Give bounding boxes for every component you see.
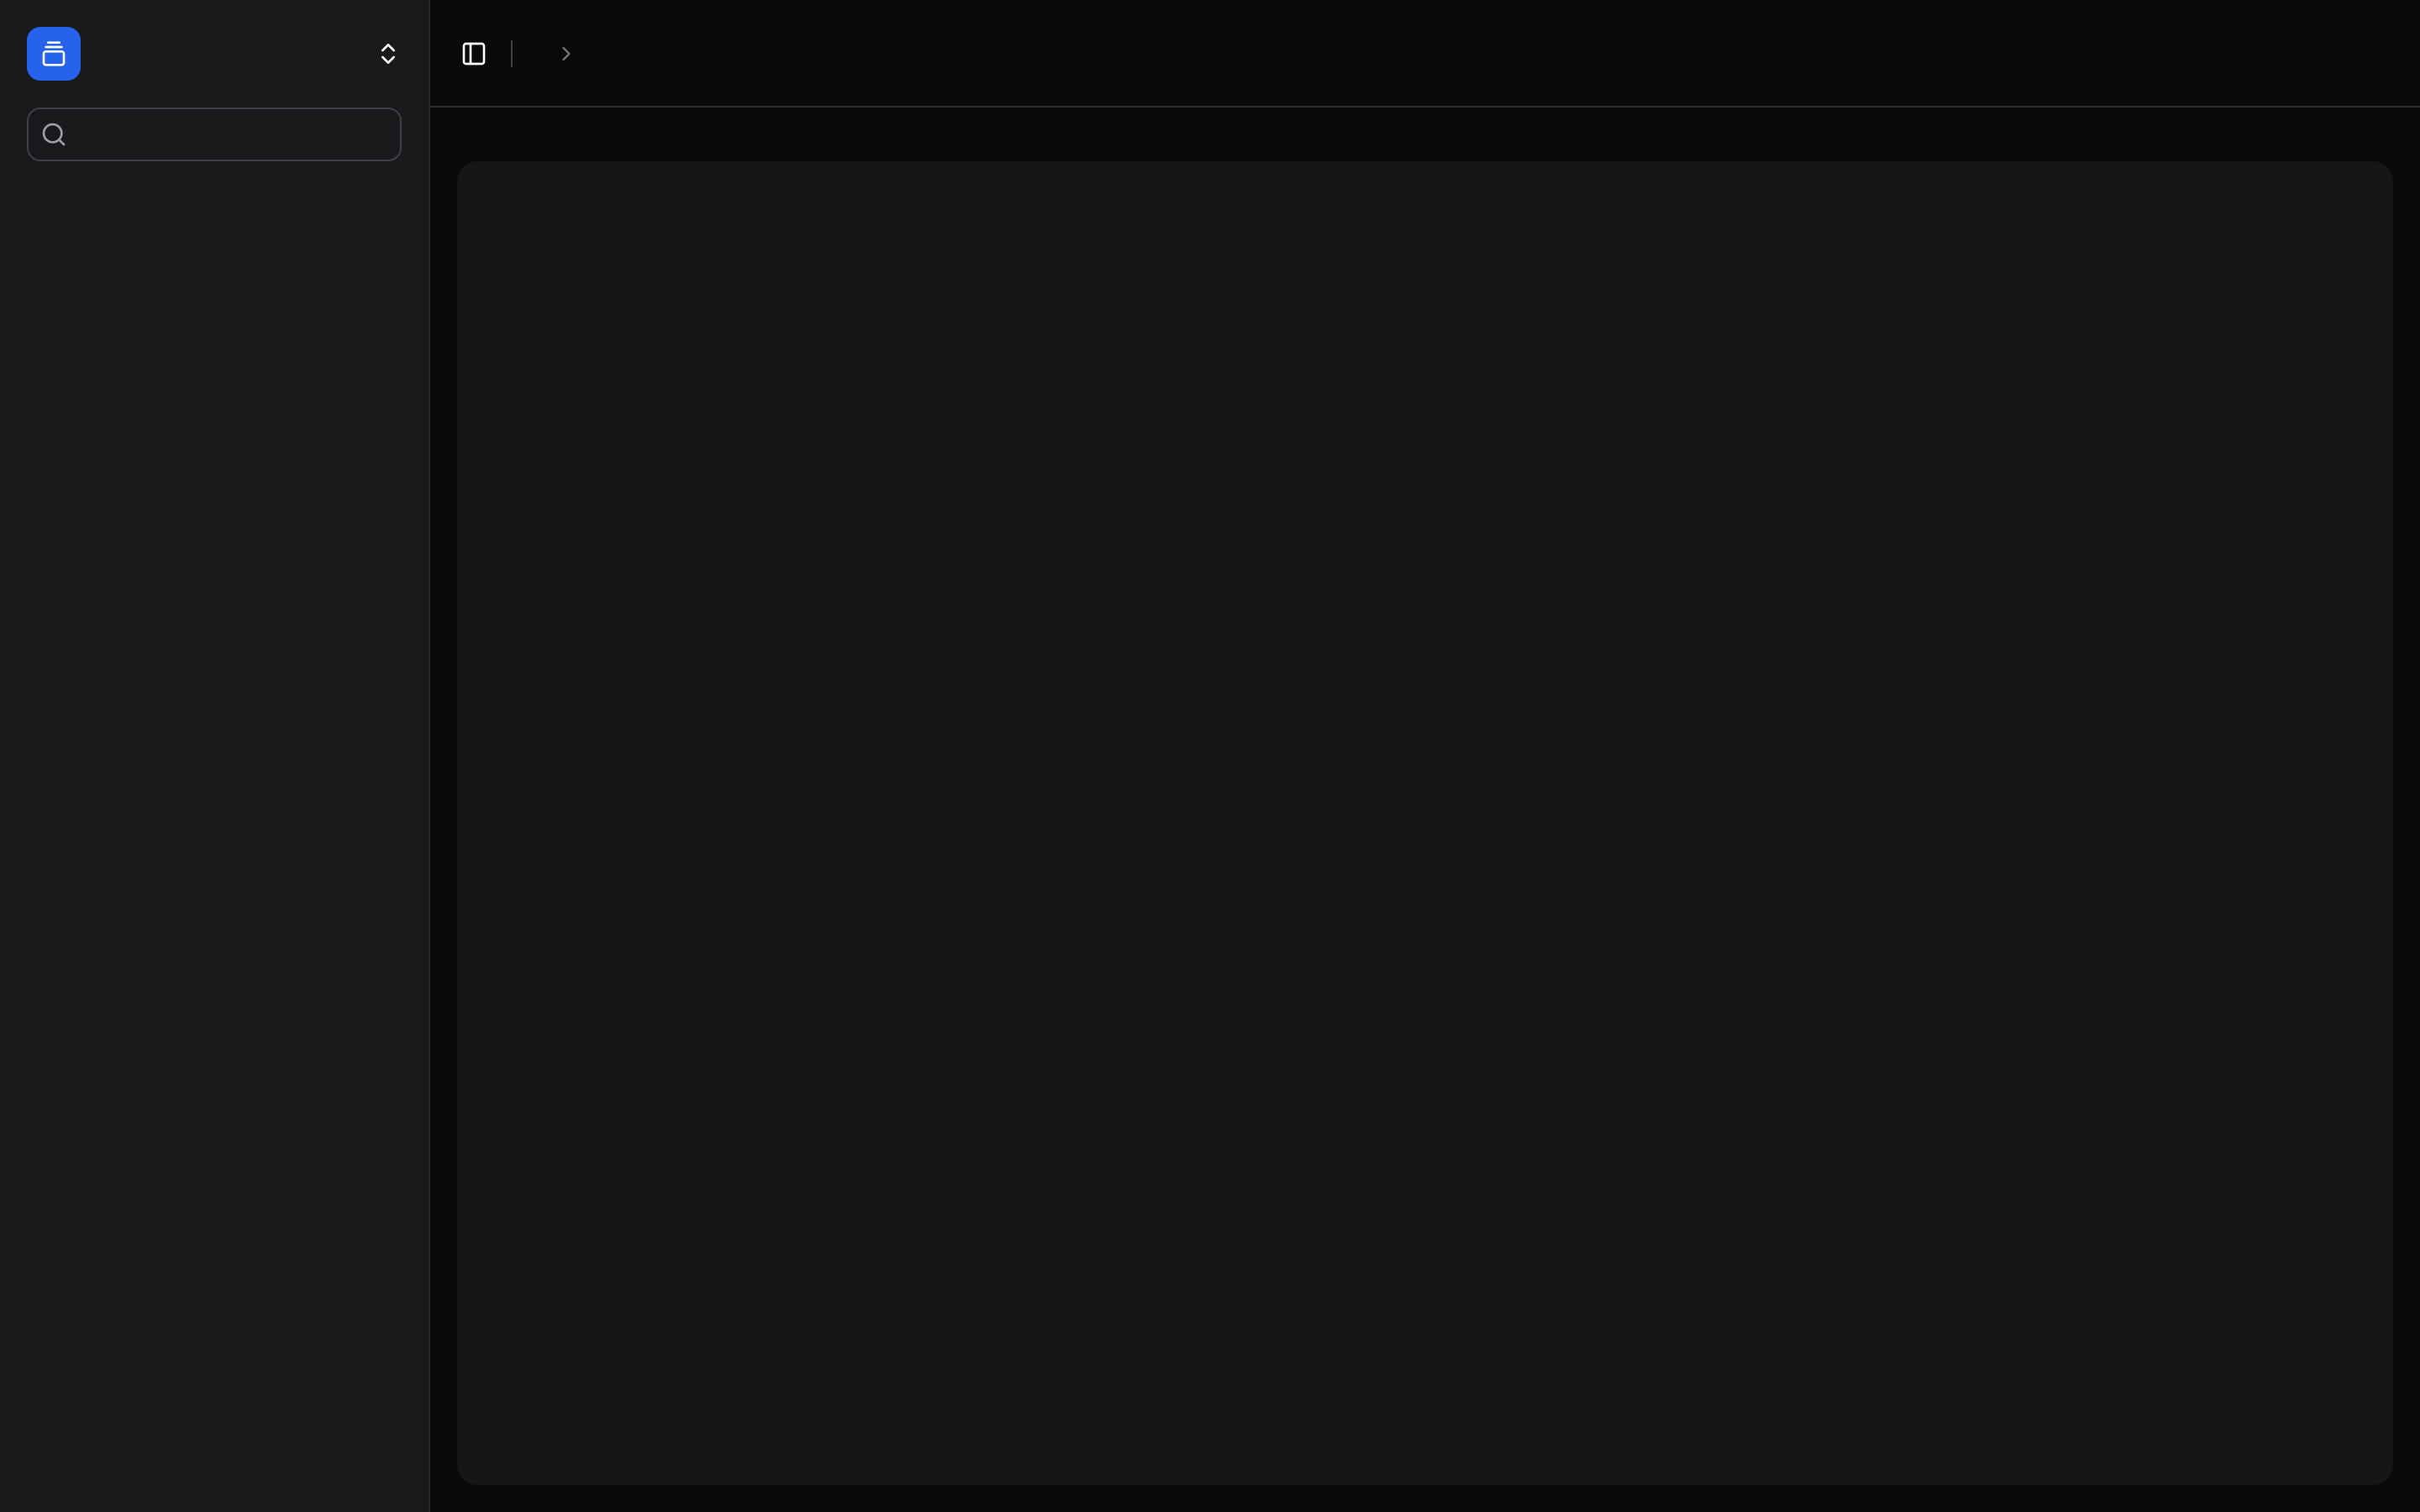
gallery-vertical-end-icon xyxy=(27,27,81,81)
workspace-switcher-button[interactable] xyxy=(13,13,415,94)
topbar xyxy=(430,0,2420,108)
app-root xyxy=(0,0,2420,1512)
content xyxy=(430,108,2420,1512)
breadcrumb xyxy=(539,41,593,65)
search xyxy=(27,108,402,161)
panel-left-icon xyxy=(460,39,487,66)
sidebar-header xyxy=(0,0,429,175)
chevrons-up-down-icon xyxy=(375,40,402,67)
main-area xyxy=(430,0,2420,1512)
search-input[interactable] xyxy=(27,108,402,161)
sidebar xyxy=(0,0,430,1512)
chevron-right-icon xyxy=(555,41,578,65)
separator xyxy=(511,39,513,66)
sidebar-nav xyxy=(0,175,429,1512)
placeholder-panel xyxy=(457,161,2393,1485)
sidebar-toggle-button[interactable] xyxy=(450,29,497,76)
